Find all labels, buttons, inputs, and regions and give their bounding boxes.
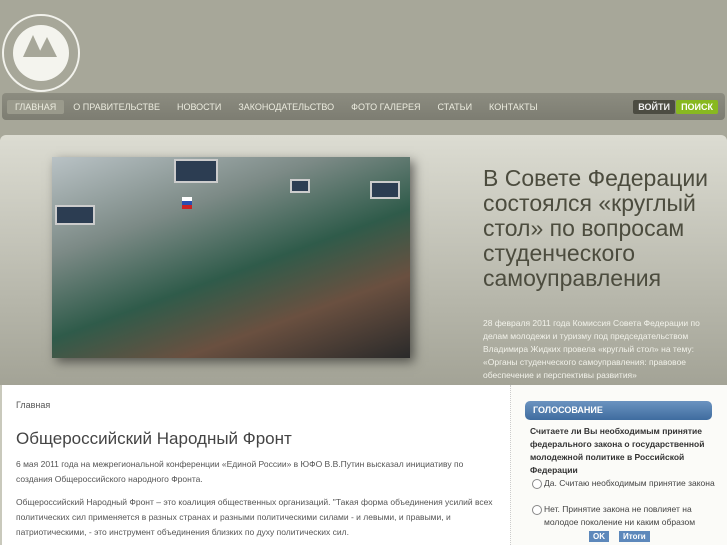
breadcrumb[interactable]: Главная	[16, 400, 496, 410]
poll-option-no[interactable]: Нет. Принятие закона не повлияет на моло…	[532, 503, 727, 529]
article: Главная Общероссийский Народный Фронт 6 …	[0, 385, 510, 545]
radio-button[interactable]	[532, 479, 542, 489]
nav-home[interactable]: ГЛАВНАЯ	[7, 99, 65, 114]
poll-ok-button[interactable]: OK	[589, 531, 609, 542]
nav-legislation[interactable]: ЗАКОНОДАТЕЛЬСТВО	[230, 100, 342, 114]
featured-lead: 28 февраля 2011 года Комиссия Совета Фед…	[483, 318, 700, 380]
option-label: Да. Считаю необходимым принятие закона	[544, 478, 715, 488]
poll-sidebar: ГОЛОСОВАНИЕ Считаете ли Вы необходимым п…	[510, 385, 727, 545]
page-title: Общероссийский Народный Фронт	[16, 429, 292, 448]
login-button[interactable]: ВОЙТИ	[633, 100, 675, 114]
featured-headline[interactable]: В Совете Федерации состоялся «круглый ст…	[483, 166, 723, 291]
article-paragraph: Общероссийский Народный Фронт – это коал…	[16, 497, 493, 537]
nav-gallery[interactable]: ФОТО ГАЛЕРЕЯ	[343, 100, 428, 114]
poll-option-yes[interactable]: Да. Считаю необходимым принятие закона	[532, 477, 715, 490]
main-nav: ГЛАВНАЯ О ПРАВИТЕЛЬСТВЕ НОВОСТИ ЗАКОНОДА…	[2, 93, 725, 120]
nav-articles[interactable]: СТАТЬИ	[429, 100, 480, 114]
search-button[interactable]: ПОИСК	[676, 100, 718, 114]
logo[interactable]	[2, 14, 80, 92]
nav-news[interactable]: НОВОСТИ	[169, 100, 229, 114]
radio-button[interactable]	[532, 505, 542, 515]
poll-question: Считаете ли Вы необходимым принятие феде…	[530, 426, 705, 475]
article-paragraph: 6 мая 2011 года на межрегиональной конфе…	[16, 459, 464, 484]
poll-results-button[interactable]: Итоги	[619, 531, 650, 542]
featured-photo[interactable]	[52, 157, 410, 358]
poll-header: ГОЛОСОВАНИЕ	[525, 401, 712, 420]
option-label: Нет. Принятие закона не повлияет на моло…	[544, 504, 696, 527]
nav-contacts[interactable]: КОНТАКТЫ	[481, 100, 546, 114]
nav-about[interactable]: О ПРАВИТЕЛЬСТВЕ	[65, 100, 168, 114]
